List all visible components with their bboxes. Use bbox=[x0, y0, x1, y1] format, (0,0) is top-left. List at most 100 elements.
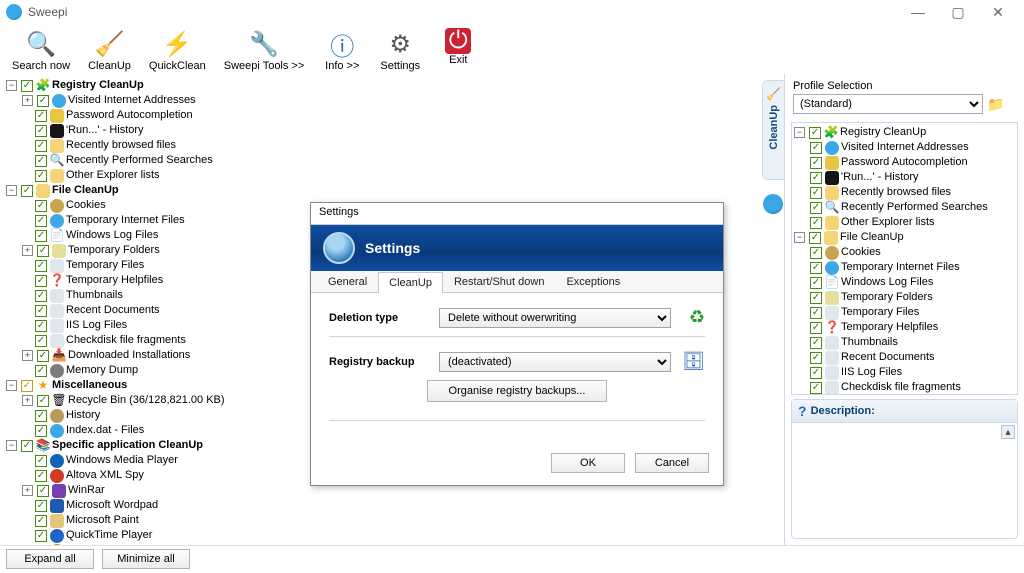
tree-item[interactable]: Cookies bbox=[810, 245, 1015, 260]
tree-item[interactable]: Microsoft Wordpad bbox=[22, 498, 778, 513]
checkbox[interactable] bbox=[35, 365, 47, 377]
tree-item[interactable]: Recently browsed files bbox=[22, 138, 778, 153]
tree-item[interactable]: ❓Temporary Helpfiles bbox=[810, 320, 1015, 335]
checkbox[interactable] bbox=[810, 157, 822, 169]
deletion-type-select[interactable]: Delete without owerwriting bbox=[439, 308, 671, 328]
checkbox[interactable] bbox=[35, 230, 47, 242]
tab-cleanup[interactable]: CleanUp bbox=[378, 272, 443, 293]
tree-item[interactable]: Thumbnails bbox=[810, 335, 1015, 350]
tab-general[interactable]: General bbox=[317, 271, 378, 292]
tree-group-registry[interactable]: − 🧩 Registry CleanUp bbox=[6, 78, 778, 93]
checkbox[interactable] bbox=[35, 470, 47, 482]
minimize-window[interactable]: — bbox=[898, 2, 938, 22]
tree-item[interactable]: Temporary Internet Files bbox=[810, 260, 1015, 275]
tree-item[interactable]: Checkdisk file fragments bbox=[810, 380, 1015, 395]
checkbox[interactable] bbox=[810, 262, 822, 274]
checkbox[interactable] bbox=[37, 485, 49, 497]
tree-group-file[interactable]: −File CleanUp bbox=[794, 230, 1015, 245]
expand-icon[interactable]: + bbox=[22, 395, 33, 406]
checkbox[interactable] bbox=[21, 440, 33, 452]
tree-item[interactable]: +Visited Internet Addresses bbox=[22, 93, 778, 108]
organise-backups-button[interactable]: Organise registry backups... bbox=[427, 380, 607, 402]
tree-item[interactable]: 'Run...' - History bbox=[22, 123, 778, 138]
tree-item[interactable]: IIS Log Files bbox=[810, 365, 1015, 380]
expand-icon[interactable]: + bbox=[22, 350, 33, 361]
checkbox[interactable] bbox=[35, 170, 47, 182]
cancel-button[interactable]: Cancel bbox=[635, 453, 709, 473]
checkbox[interactable] bbox=[810, 142, 822, 154]
checkbox[interactable] bbox=[35, 410, 47, 422]
collapse-icon[interactable]: − bbox=[794, 127, 805, 138]
toolbar-settings[interactable]: ⚙ Settings bbox=[372, 26, 428, 74]
checkbox[interactable] bbox=[35, 305, 47, 317]
checkbox[interactable] bbox=[810, 337, 822, 349]
toolbar-quickclean[interactable]: ⚡ QuickClean bbox=[141, 26, 214, 74]
tree-item[interactable]: Mozilla Firefox bbox=[22, 543, 778, 545]
checkbox[interactable] bbox=[35, 320, 47, 332]
tree-group-file[interactable]: − File CleanUp bbox=[6, 183, 778, 198]
toolbar-exit[interactable]: ⏻ Exit bbox=[430, 26, 486, 74]
collapse-icon[interactable]: − bbox=[6, 440, 17, 451]
checkbox[interactable] bbox=[35, 455, 47, 467]
tree-item[interactable]: Microsoft Paint bbox=[22, 513, 778, 528]
tree-item[interactable]: Temporary Files bbox=[810, 305, 1015, 320]
checkbox[interactable] bbox=[37, 95, 49, 107]
tree-item[interactable]: Recent Documents bbox=[810, 350, 1015, 365]
side-tab-cleanup[interactable]: 🧹 CleanUp bbox=[762, 80, 784, 180]
tree-item[interactable]: 📄Windows Log Files bbox=[810, 275, 1015, 290]
checkbox[interactable] bbox=[35, 530, 47, 542]
expand-all-button[interactable]: Expand all bbox=[6, 549, 94, 569]
checkbox[interactable] bbox=[810, 277, 822, 289]
expand-icon[interactable]: + bbox=[22, 95, 33, 106]
tree-item[interactable]: 'Run...' - History bbox=[810, 170, 1015, 185]
checkbox[interactable] bbox=[35, 140, 47, 152]
checkbox[interactable] bbox=[809, 232, 821, 244]
checkbox[interactable] bbox=[21, 380, 33, 392]
checkbox[interactable] bbox=[21, 80, 33, 92]
checkbox[interactable] bbox=[810, 172, 822, 184]
tree-item[interactable]: 🔍Recently Performed Searches bbox=[22, 153, 778, 168]
expand-icon[interactable]: + bbox=[22, 245, 33, 256]
collapse-icon[interactable]: − bbox=[6, 185, 17, 196]
checkbox[interactable] bbox=[810, 217, 822, 229]
tree-item[interactable]: Recently browsed files bbox=[810, 185, 1015, 200]
profile-select[interactable]: (Standard) bbox=[793, 94, 983, 114]
checkbox[interactable] bbox=[35, 260, 47, 272]
checkbox[interactable] bbox=[810, 382, 822, 394]
checkbox[interactable] bbox=[35, 155, 47, 167]
checkbox[interactable] bbox=[810, 292, 822, 304]
toolbar-cleanup[interactable]: 🧹 CleanUp bbox=[80, 26, 139, 74]
tree-group-registry[interactable]: −🧩Registry CleanUp bbox=[794, 125, 1015, 140]
checkbox[interactable] bbox=[809, 127, 821, 139]
checkbox[interactable] bbox=[35, 425, 47, 437]
checkbox[interactable] bbox=[37, 350, 49, 362]
checkbox[interactable] bbox=[810, 202, 822, 214]
checkbox[interactable] bbox=[37, 395, 49, 407]
tab-restart[interactable]: Restart/Shut down bbox=[443, 271, 556, 292]
tree-item[interactable]: Password Autocompletion bbox=[810, 155, 1015, 170]
close-window[interactable]: ✕ bbox=[978, 2, 1018, 22]
checkbox[interactable] bbox=[21, 185, 33, 197]
collapse-icon[interactable]: − bbox=[6, 380, 17, 391]
tab-exceptions[interactable]: Exceptions bbox=[555, 271, 631, 292]
expand-icon[interactable]: + bbox=[22, 485, 33, 496]
collapse-icon[interactable]: − bbox=[794, 232, 805, 243]
tree-item[interactable]: Other Explorer lists bbox=[22, 168, 778, 183]
maximize-window[interactable]: ▢ bbox=[938, 2, 978, 22]
minimize-all-button[interactable]: Minimize all bbox=[102, 549, 190, 569]
checkbox[interactable] bbox=[810, 307, 822, 319]
checkbox[interactable] bbox=[810, 367, 822, 379]
ok-button[interactable]: OK bbox=[551, 453, 625, 473]
checkbox[interactable] bbox=[35, 200, 47, 212]
collapse-icon[interactable]: − bbox=[6, 80, 17, 91]
tree-item[interactable]: Temporary Folders bbox=[810, 290, 1015, 305]
checkbox[interactable] bbox=[35, 275, 47, 287]
checkbox[interactable] bbox=[35, 110, 47, 122]
registry-backup-select[interactable]: (deactivated) bbox=[439, 352, 671, 372]
checkbox[interactable] bbox=[35, 215, 47, 227]
checkbox[interactable] bbox=[810, 247, 822, 259]
checkbox[interactable] bbox=[810, 187, 822, 199]
tree-item[interactable]: Visited Internet Addresses bbox=[810, 140, 1015, 155]
checkbox[interactable] bbox=[35, 515, 47, 527]
toolbar-search[interactable]: 🔍 Search now bbox=[4, 26, 78, 74]
